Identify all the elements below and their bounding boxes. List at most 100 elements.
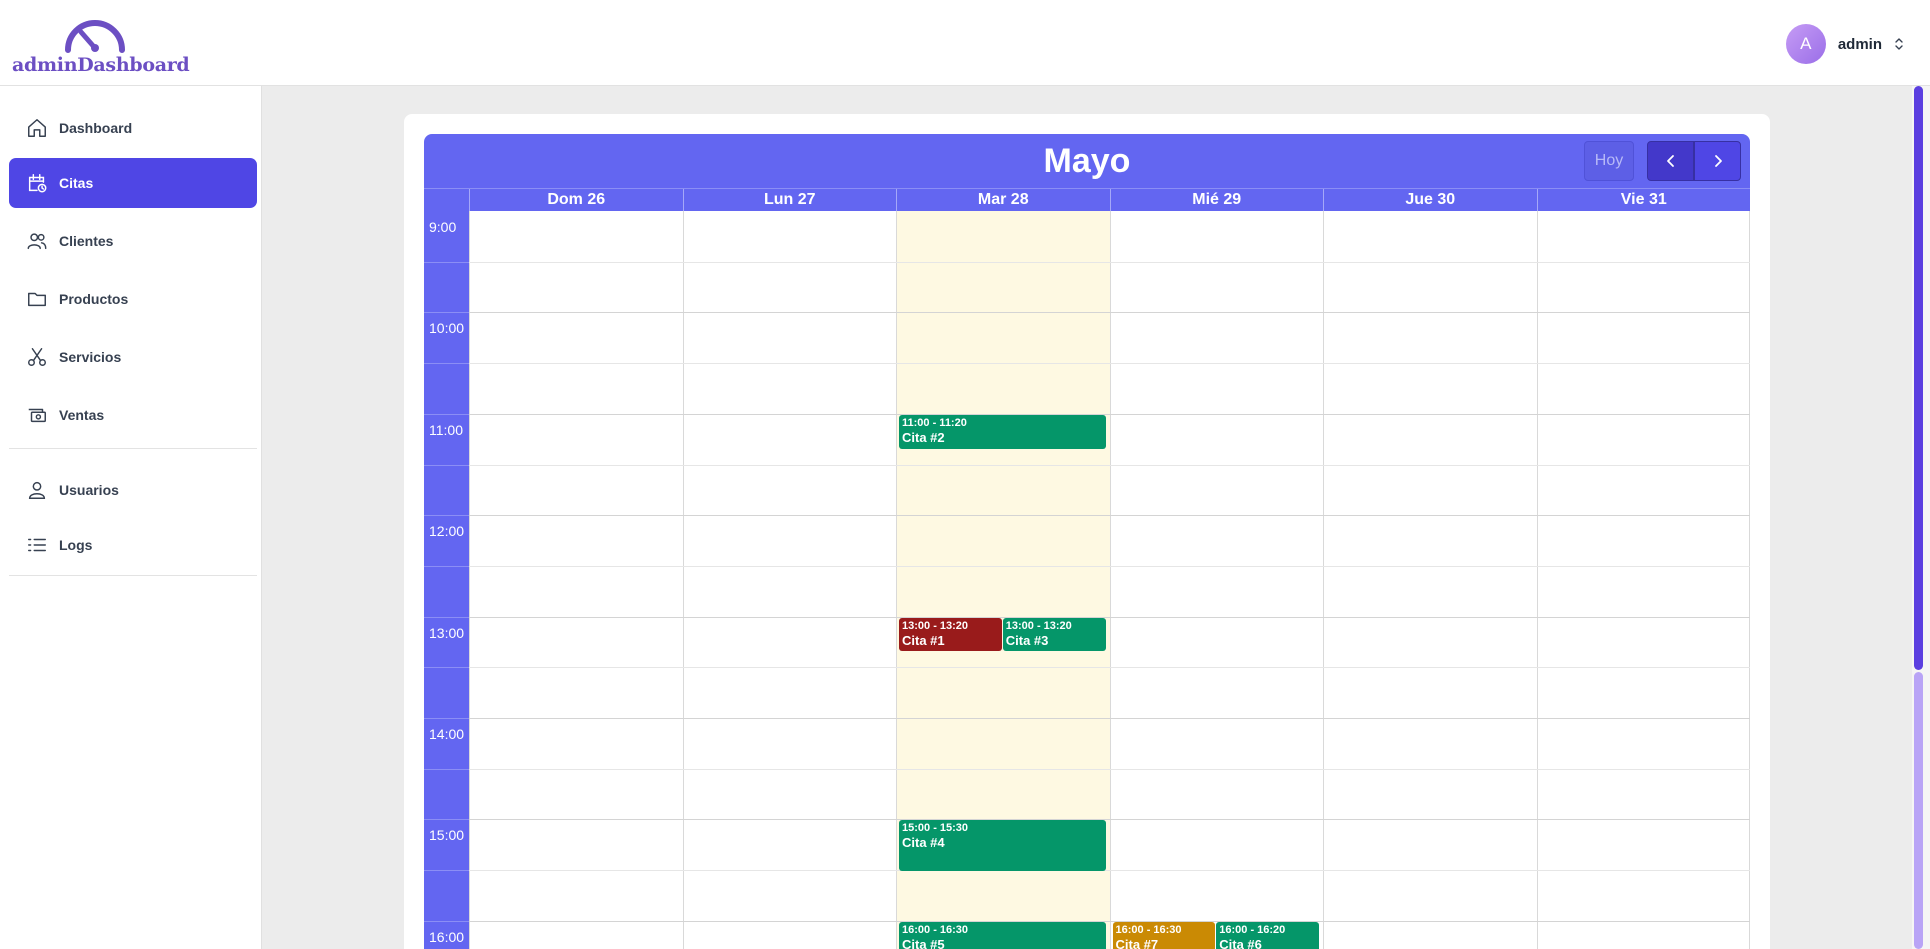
time-slot-line — [424, 464, 469, 466]
brand-logo[interactable]: adminDashboard — [12, 14, 190, 78]
time-slot-line — [424, 718, 469, 719]
sidebar-item-servicios[interactable]: Servicios — [9, 332, 257, 382]
time-slot-line — [424, 819, 469, 821]
event-time: 13:00 - 13:20 — [1005, 619, 1072, 632]
time-slot-line — [424, 312, 469, 314]
event-title: Cita #6 — [1219, 936, 1262, 949]
slot-line — [469, 870, 1750, 872]
sidebar-item-citas[interactable]: Citas — [9, 158, 257, 208]
day-header[interactable]: Mar 28 — [896, 189, 1110, 212]
chevron-up-down-icon — [1895, 38, 1903, 50]
sidebar-item-ventas[interactable]: Ventas — [9, 390, 257, 440]
today-button[interactable]: Hoy — [1584, 141, 1634, 181]
sidebar-divider — [9, 448, 257, 449]
time-label: 10:00 — [429, 320, 465, 337]
sidebar-item-logs[interactable]: Logs — [9, 520, 257, 570]
user-name: admin — [1837, 35, 1882, 53]
scrollbar-thumb[interactable] — [1914, 86, 1923, 670]
time-column: 9:00 10:00 11:00 12:00 13:00 14:00 15:00 16:00 — [424, 211, 469, 949]
sidebar-item-label: Dashboard — [59, 120, 133, 136]
slot-line — [469, 667, 1750, 669]
time-slot-line — [424, 870, 469, 872]
time-label: 15:00 — [429, 827, 465, 844]
slot-line — [469, 819, 1750, 821]
sidebar-item-label: Clientes — [59, 233, 114, 249]
time-grid: 9:00 10:00 11:00 12:00 13:00 14:00 15:00 16:00 … — [424, 211, 1750, 949]
speedometer-icon — [65, 20, 125, 53]
time-slot-line — [424, 261, 469, 263]
sidebar-item-label: Ventas — [59, 407, 105, 423]
appointment-event[interactable]: 13:00 - 13:20 Cita #3 — [1002, 617, 1106, 652]
day-header[interactable]: Lun 27 — [682, 189, 897, 212]
chevron-right-icon — [1714, 155, 1722, 167]
cash-icon — [28, 408, 46, 423]
time-slot-line — [424, 565, 469, 567]
time-label: 11:00 — [429, 421, 463, 438]
slot-line — [469, 718, 1750, 719]
home-icon — [28, 119, 46, 137]
slot-line — [469, 565, 1750, 567]
day-header[interactable]: Jue 30 — [1323, 189, 1537, 212]
sidebar-item-label: Logs — [59, 537, 93, 553]
slot-line — [469, 768, 1750, 770]
sidebar-item-clientes[interactable]: Clientes — [9, 216, 257, 266]
user-icon — [28, 481, 46, 499]
time-slot-line — [424, 667, 469, 669]
calendar-toolbar: Mayo Hoy — [424, 134, 1750, 188]
event-time: 13:00 - 13:20 — [902, 619, 969, 632]
time-slot-line — [424, 768, 469, 770]
sidebar-item-label: Servicios — [59, 349, 122, 365]
day-column[interactable] — [1323, 211, 1537, 949]
slot-line — [469, 920, 1750, 922]
event-time: 11:00 - 11:20 — [902, 416, 967, 429]
time-slot-line — [424, 413, 469, 415]
slot-line — [469, 515, 1750, 517]
sidebar-item-label: Productos — [59, 291, 129, 307]
brand-name: adminDashboard — [12, 54, 190, 76]
user-menu[interactable]: A admin — [1785, 24, 1904, 64]
appointment-event[interactable]: 16:00 - 16:30 Cita #5 — [899, 921, 1106, 949]
appointment-event[interactable]: 11:00 - 11:20 Cita #2 — [899, 414, 1106, 449]
list-icon — [28, 538, 46, 552]
grid-border — [1749, 211, 1750, 949]
sidebar-item-dashboard[interactable]: Dashboard — [9, 103, 257, 153]
time-label: 14:00 — [429, 726, 465, 742]
nav-button-group — [1647, 141, 1742, 181]
time-slot-line — [424, 515, 469, 517]
time-label: 9:00 — [429, 219, 457, 235]
chevron-left-icon — [1666, 155, 1674, 167]
scissors-icon — [28, 348, 46, 366]
scrollbar-lower — [1914, 672, 1923, 949]
day-column[interactable] — [1109, 211, 1324, 949]
day-header[interactable]: Dom 26 — [469, 189, 683, 212]
event-title: Cita #5 — [902, 936, 945, 949]
appointment-event[interactable]: 15:00 - 15:30 Cita #4 — [899, 820, 1106, 872]
time-slot-line — [424, 920, 469, 922]
time-slot-line — [424, 616, 469, 618]
day-header[interactable]: Vie 31 — [1536, 189, 1751, 212]
event-time: 15:00 - 15:30 — [902, 822, 969, 835]
day-column[interactable] — [1536, 211, 1751, 949]
appointment-event[interactable]: 16:00 - 16:20 Cita #6 — [1216, 921, 1319, 949]
appointment-event[interactable]: 16:00 - 16:30 Cita #7 — [1112, 921, 1216, 949]
slot-line — [469, 261, 1750, 263]
day-header[interactable]: Mié 29 — [1109, 189, 1324, 212]
next-week-button[interactable] — [1694, 141, 1741, 181]
slot-line — [469, 312, 1750, 314]
prev-week-button[interactable] — [1647, 141, 1694, 181]
sidebar-divider — [9, 575, 257, 576]
day-column[interactable] — [682, 211, 897, 949]
sidebar-item-label: Citas — [59, 175, 94, 191]
time-label: 13:00 — [429, 624, 465, 641]
appointment-event[interactable]: 13:00 - 13:20 Cita #1 — [899, 617, 1002, 652]
day-header-row: Dom 26 Lun 27 Mar 28 Mié 29 Jue 30 Vie 31 — [424, 188, 1751, 212]
time-label: 12:00 — [429, 523, 465, 540]
avatar: A — [1785, 24, 1826, 64]
sidebar-item-usuarios[interactable]: Usuarios — [9, 465, 257, 515]
event-title: Cita #4 — [902, 835, 945, 851]
event-time: 16:00 - 16:30 — [902, 923, 969, 936]
day-column[interactable] — [469, 211, 683, 949]
event-title: Cita #2 — [902, 429, 945, 445]
sidebar-item-productos[interactable]: Productos — [9, 274, 257, 324]
event-time: 16:00 - 16:20 — [1219, 923, 1286, 936]
